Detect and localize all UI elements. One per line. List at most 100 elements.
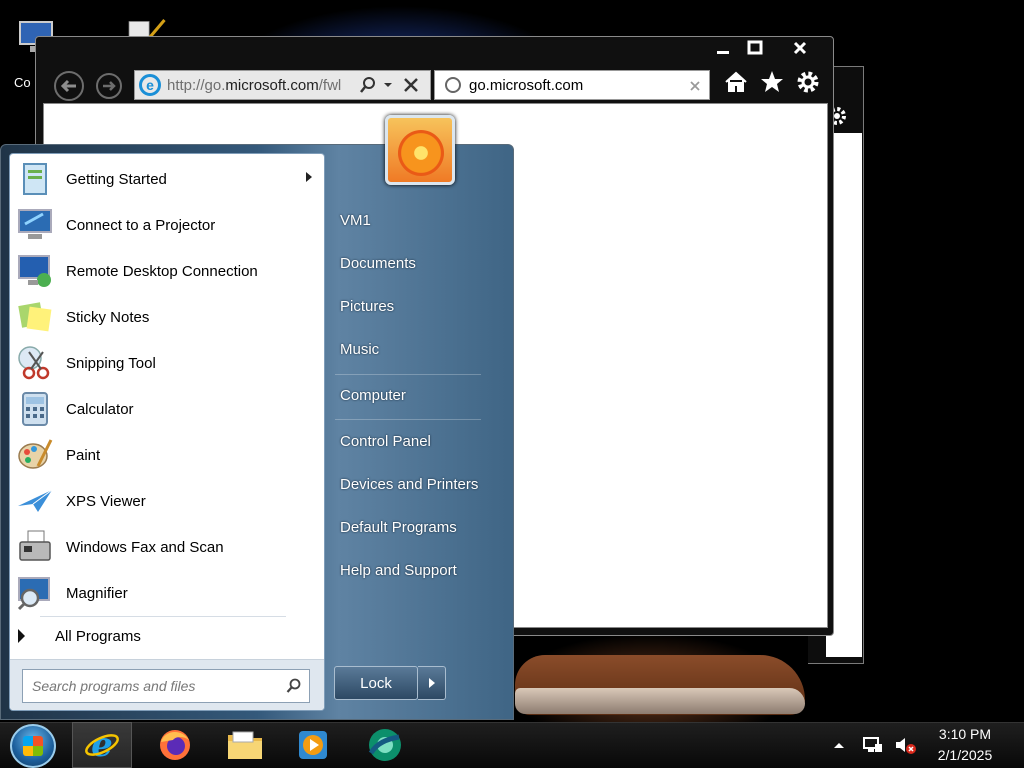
separator [335,374,481,375]
expand-arrow-icon [18,629,25,643]
windows-flag-icon [23,736,43,756]
program-label: Connect to a Projector [66,216,216,234]
taskbar-internet-explorer[interactable]: e [72,722,132,768]
calculator-icon [22,392,48,426]
right-link-pictures[interactable]: Pictures [340,298,394,315]
favorites-star-icon[interactable] [759,69,785,95]
minimize-button[interactable] [707,37,739,59]
magnifier-icon [17,577,50,611]
start-menu-programs-pane: Getting Started Connect to a Projector R… [9,153,325,711]
back-arrow-icon [60,79,76,93]
internet-explorer-icon: e [85,726,119,764]
program-xps-viewer[interactable]: XPS Viewer [10,478,324,524]
remote-desktop-icon [18,255,51,287]
forward-arrow-icon [103,81,116,91]
program-paint[interactable]: Paint [10,432,324,478]
program-sticky-notes[interactable]: Sticky Notes [10,294,324,340]
sticky-notes-icon [18,302,52,332]
chrome-style-browser-icon [368,729,401,761]
right-link-default-programs[interactable]: Default Programs [340,519,457,536]
network-icon[interactable] [862,735,884,755]
program-label: Sticky Notes [66,308,150,326]
volume-muted-icon[interactable] [894,735,918,755]
taskbar-media-player[interactable] [283,722,343,768]
right-link-vm1[interactable]: VM1 [340,212,371,229]
separator [335,419,481,420]
url-domain: microsoft.com [225,76,319,94]
program-connect-projector[interactable]: Connect to a Projector [10,202,324,248]
program-label: Paint [66,446,101,464]
program-label: Getting Started [66,170,167,188]
taskbar-file-explorer[interactable] [215,722,275,768]
program-magnifier[interactable]: Magnifier [10,570,324,616]
url-suffix: /fwl [318,76,342,94]
search-icon[interactable] [286,678,302,694]
start-menu: Getting Started Connect to a Projector R… [0,115,514,720]
back-button[interactable] [54,71,84,101]
close-window-button[interactable] [771,37,829,59]
search-icon[interactable] [359,76,377,94]
paint-icon [18,439,53,469]
browser-tab[interactable]: go.microsoft.com [434,70,710,100]
address-url[interactable]: http://go.microsoft.com/fwl [167,77,353,94]
taskbar-clock[interactable]: 3:10 PM 2/1/2025 [922,724,1008,766]
close-icon [793,41,807,55]
clock-date: 2/1/2025 [937,747,993,763]
settings-gear-icon[interactable] [795,69,821,95]
program-label: Remote Desktop Connection [66,262,258,280]
dropdown-arrow-icon[interactable] [383,81,393,89]
minimize-icon [717,51,729,54]
separator [40,616,286,617]
right-link-control-panel[interactable]: Control Panel [340,433,431,450]
program-snipping-tool[interactable]: Snipping Tool [10,340,324,386]
program-label: XPS Viewer [66,492,146,510]
flower-picture [398,130,444,176]
xps-viewer-icon [18,489,53,512]
program-remote-desktop[interactable]: Remote Desktop Connection [10,248,324,294]
shutdown-options-button[interactable] [418,666,446,700]
loading-spinner-icon [445,77,461,93]
snipping-tool-icon [18,346,50,380]
ie-page-icon: e [139,74,161,96]
chevron-right-icon [428,678,435,688]
taskbar-browser[interactable] [355,722,415,768]
wallpaper-shoe-sole [515,688,805,714]
right-link-devices-printers[interactable]: Devices and Printers [340,476,478,493]
tab-title: go.microsoft.com [469,76,584,94]
program-label: Calculator [66,400,134,418]
program-fax-scan[interactable]: Windows Fax and Scan [10,524,324,570]
forward-button[interactable] [96,73,122,99]
search-programs-input[interactable] [22,669,310,703]
projector-icon [18,209,52,239]
lock-button[interactable]: Lock [334,666,418,700]
right-link-music[interactable]: Music [340,341,379,358]
browser-tool-icons [723,69,821,95]
program-getting-started[interactable]: Getting Started [10,156,324,202]
program-label: Magnifier [66,584,128,602]
system-tray [832,722,918,768]
home-icon[interactable] [723,69,749,95]
program-label: Snipping Tool [66,354,156,372]
all-programs-label: All Programs [55,627,141,645]
address-bar[interactable]: e http://go.microsoft.com/fwl [134,70,431,100]
url-prefix: http://go. [167,76,226,94]
show-hidden-icons-icon[interactable] [832,740,846,750]
program-label: Windows Fax and Scan [66,538,224,556]
maximize-button[interactable] [739,37,771,59]
user-account-picture[interactable] [385,115,455,185]
right-link-documents[interactable]: Documents [340,255,416,272]
clock-time: 3:10 PM [938,726,992,742]
right-link-help-support[interactable]: Help and Support [340,562,457,579]
maximize-icon [747,40,763,55]
right-link-computer[interactable]: Computer [340,387,406,404]
submenu-arrow-icon [306,172,312,182]
start-button[interactable] [10,724,56,768]
program-calculator[interactable]: Calculator [10,386,324,432]
browser-toolbar: e http://go.microsoft.com/fwl go.microso… [36,67,833,103]
taskbar-firefox[interactable] [145,722,205,768]
getting-started-icon [23,163,47,195]
all-programs-button[interactable]: All Programs [18,622,318,650]
stop-icon[interactable] [403,77,419,93]
firefox-icon [160,730,190,760]
close-tab-icon[interactable] [689,80,701,92]
